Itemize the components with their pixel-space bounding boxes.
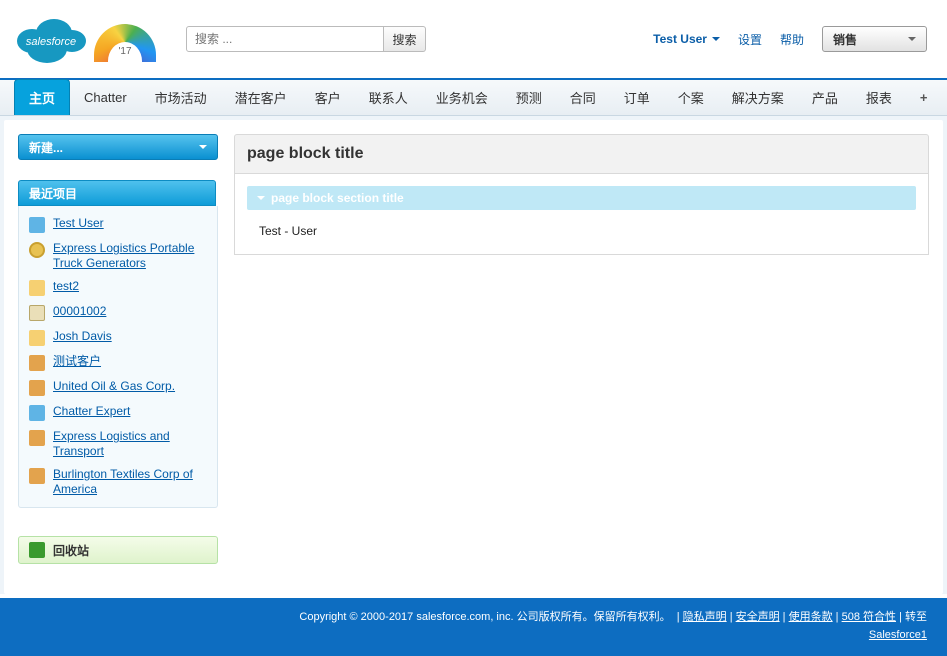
recent-item-link[interactable]: Josh Davis — [53, 329, 112, 344]
recent-item-link[interactable]: 测试客户 — [53, 354, 101, 369]
acct-icon — [29, 468, 45, 484]
recent-item-link[interactable]: Test User — [53, 216, 104, 231]
recent-item-link[interactable]: 00001002 — [53, 304, 106, 319]
help-link[interactable]: 帮助 — [780, 31, 804, 48]
user-menu[interactable]: Test User — [653, 32, 720, 46]
contract-icon — [29, 305, 45, 321]
tab-主页[interactable]: 主页 — [14, 79, 70, 115]
recent-item: Burlington Textiles Corp of America — [19, 463, 217, 501]
recycle-bin-label: 回收站 — [53, 542, 89, 559]
lead-icon — [29, 330, 45, 346]
acct-icon — [29, 430, 45, 446]
tab-个案[interactable]: 个案 — [664, 79, 718, 115]
recent-item: 00001002 — [19, 300, 217, 325]
logo-area: salesforce — [12, 11, 156, 67]
page-block-body: page block section title Test - User — [234, 174, 929, 255]
new-button[interactable]: 新建... — [18, 134, 218, 160]
tab-Chatter[interactable]: Chatter — [70, 79, 141, 115]
page-block-title: page block title — [234, 134, 929, 174]
recent-items-list: Test User Express Logistics Portable Truc… — [18, 206, 218, 508]
opp-icon — [29, 242, 45, 258]
tab-add[interactable]: + — [906, 79, 942, 115]
acct-icon — [29, 380, 45, 396]
page-wrap: 主页Chatter市场活动潜在客户客户联系人业务机会预测合同订单个案解决方案产品… — [0, 78, 947, 594]
global-header: salesforce 搜索 Test User 设置 帮助 销售 — [0, 0, 947, 78]
page-block-row: Test - User — [247, 220, 916, 242]
footer-switch-prefix: 转至 — [905, 611, 927, 623]
recent-item: Chatter Expert — [19, 400, 217, 425]
body-area: 新建... 最近项目 Test User Express Logistics Po… — [4, 120, 943, 594]
recycle-bin-icon — [29, 542, 45, 558]
recent-item: United Oil & Gas Corp. — [19, 375, 217, 400]
recent-item-link[interactable]: United Oil & Gas Corp. — [53, 379, 175, 394]
tab-潜在客户[interactable]: 潜在客户 — [221, 79, 301, 115]
recent-item-link[interactable]: test2 — [53, 279, 79, 294]
recent-item: Josh Davis — [19, 325, 217, 350]
tab-预测[interactable]: 预测 — [502, 79, 556, 115]
footer-security-link[interactable]: 安全声明 — [736, 611, 780, 623]
footer-terms-link[interactable]: 使用条款 — [789, 611, 833, 623]
tab-业务机会[interactable]: 业务机会 — [422, 79, 502, 115]
recent-item-link[interactable]: Burlington Textiles Corp of America — [53, 467, 207, 497]
recent-item-link[interactable]: Chatter Expert — [53, 404, 130, 419]
recent-item: test2 — [19, 275, 217, 300]
lead-icon — [29, 280, 45, 296]
tab-bar: 主页Chatter市场活动潜在客户客户联系人业务机会预测合同订单个案解决方案产品… — [0, 80, 947, 116]
footer: Copyright © 2000-2017 salesforce.com, in… — [0, 598, 947, 656]
header-right: Test User 设置 帮助 销售 — [653, 26, 927, 52]
recent-item-link[interactable]: Express Logistics Portable Truck Generat… — [53, 241, 207, 271]
tab-联系人[interactable]: 联系人 — [355, 79, 422, 115]
recent-item: Express Logistics Portable Truck Generat… — [19, 237, 217, 275]
sidebar: 新建... 最近项目 Test User Express Logistics Po… — [18, 134, 218, 564]
page-block-section-header[interactable]: page block section title — [247, 186, 916, 210]
recent-item: Express Logistics and Transport — [19, 425, 217, 463]
tab-产品[interactable]: 产品 — [798, 79, 852, 115]
tab-more[interactable]: ▾ — [941, 79, 947, 115]
recent-item: Test User — [19, 212, 217, 237]
footer-accessibility-link[interactable]: 508 符合性 — [842, 611, 896, 623]
global-search: 搜索 — [186, 26, 426, 52]
search-input[interactable] — [186, 26, 384, 52]
salesforce-logo-icon: salesforce — [12, 11, 90, 67]
tab-订单[interactable]: 订单 — [610, 79, 664, 115]
acct-icon — [29, 355, 45, 371]
rainbow-logo-icon — [94, 24, 156, 62]
tab-报表[interactable]: 报表 — [852, 79, 906, 115]
svg-text:salesforce: salesforce — [26, 36, 76, 48]
search-button[interactable]: 搜索 — [384, 26, 426, 52]
tab-解决方案[interactable]: 解决方案 — [718, 79, 798, 115]
tab-市场活动[interactable]: 市场活动 — [141, 79, 221, 115]
app-switcher[interactable]: 销售 — [822, 26, 927, 52]
footer-salesforce1-link[interactable]: Salesforce1 — [869, 629, 927, 641]
user-icon — [29, 217, 45, 233]
tab-合同[interactable]: 合同 — [556, 79, 610, 115]
recent-items-header: 最近项目 — [18, 180, 216, 206]
recycle-bin[interactable]: 回收站 — [18, 536, 218, 564]
settings-link[interactable]: 设置 — [738, 31, 762, 48]
recent-item-link[interactable]: Express Logistics and Transport — [53, 429, 207, 459]
main-content: page block title page block section titl… — [234, 134, 929, 564]
recent-item: 测试客户 — [19, 350, 217, 375]
footer-privacy-link[interactable]: 隐私声明 — [683, 611, 727, 623]
user-icon — [29, 405, 45, 421]
tab-客户[interactable]: 客户 — [301, 79, 355, 115]
footer-copyright: Copyright © 2000-2017 salesforce.com, in… — [299, 611, 670, 623]
